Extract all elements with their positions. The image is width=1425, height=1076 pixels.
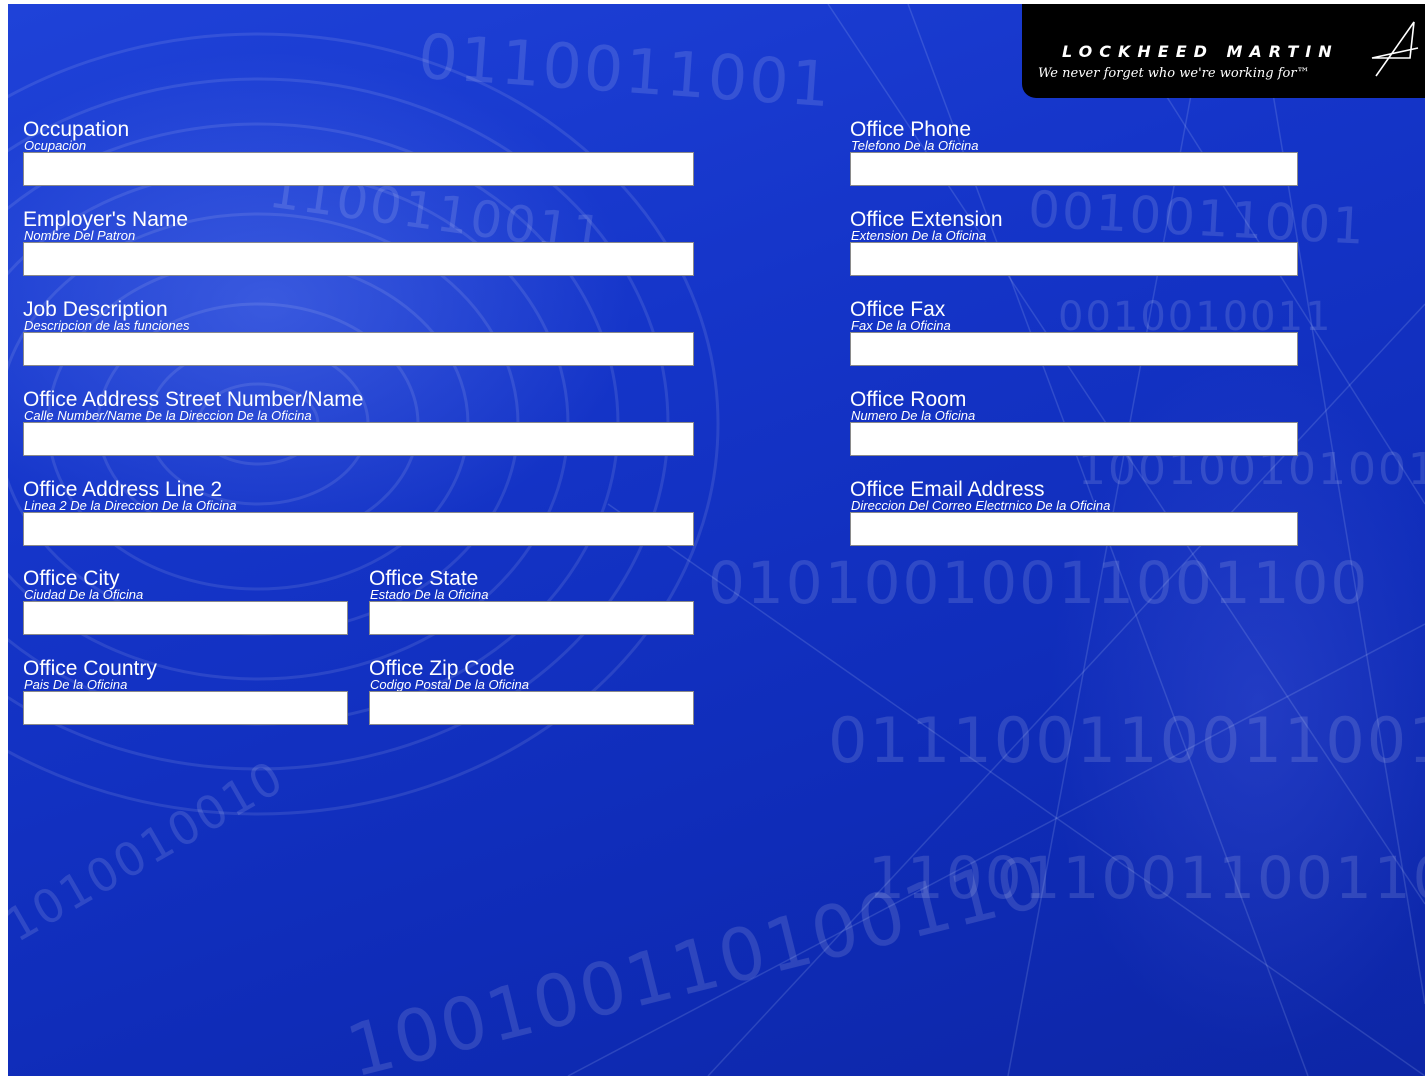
office-state-input[interactable] [369, 601, 694, 635]
office-zip-input[interactable] [369, 691, 694, 725]
office-room-sublabel: Numero De la Oficina [851, 408, 976, 423]
office-street-sublabel: Calle Number/Name De la Direccion De la … [24, 408, 312, 423]
office-city-sublabel: Ciudad De la Oficina [24, 587, 144, 602]
job-description-sublabel: Descripcion de las funciones [24, 318, 190, 333]
office-extension-sublabel: Extension De la Oficina [851, 228, 987, 243]
employer-name-input[interactable] [23, 242, 694, 276]
office-email-input[interactable] [850, 512, 1298, 546]
logo-wordmark: LOCKHEED MARTIN [1062, 42, 1339, 61]
office-street-input[interactable] [23, 422, 694, 456]
office-city-input[interactable] [23, 601, 348, 635]
office-state-sublabel: Estado De la Oficina [370, 587, 489, 602]
office-phone-sublabel: Telefono De la Oficina [851, 138, 979, 153]
office-line2-input[interactable] [23, 512, 694, 546]
office-country-sublabel: Pais De la Oficina [24, 677, 128, 692]
office-zip-sublabel: Codigo Postal De la Oficina [370, 677, 529, 692]
logo-tagline: We never forget who we're working for™ [1038, 66, 1310, 81]
office-extension-input[interactable] [850, 242, 1298, 276]
star-icon [1371, 21, 1419, 77]
employer-name-sublabel: Nombre Del Patron [24, 228, 136, 243]
office-email-sublabel: Direccion Del Correo Electrnico De la Of… [851, 498, 1111, 513]
job-description-input[interactable] [23, 332, 694, 366]
occupation-sublabel: Ocupacion [24, 138, 87, 153]
office-fax-sublabel: Fax De la Oficina [851, 318, 951, 333]
office-room-input[interactable] [850, 422, 1298, 456]
office-country-input[interactable] [23, 691, 348, 725]
office-line2-sublabel: Linea 2 De la Direccion De la Oficina [24, 498, 237, 513]
lockheed-martin-logo: LOCKHEED MARTIN We never forget who we'r… [1022, 4, 1425, 98]
occupation-input[interactable] [23, 152, 694, 186]
office-phone-input[interactable] [850, 152, 1298, 186]
office-fax-input[interactable] [850, 332, 1298, 366]
